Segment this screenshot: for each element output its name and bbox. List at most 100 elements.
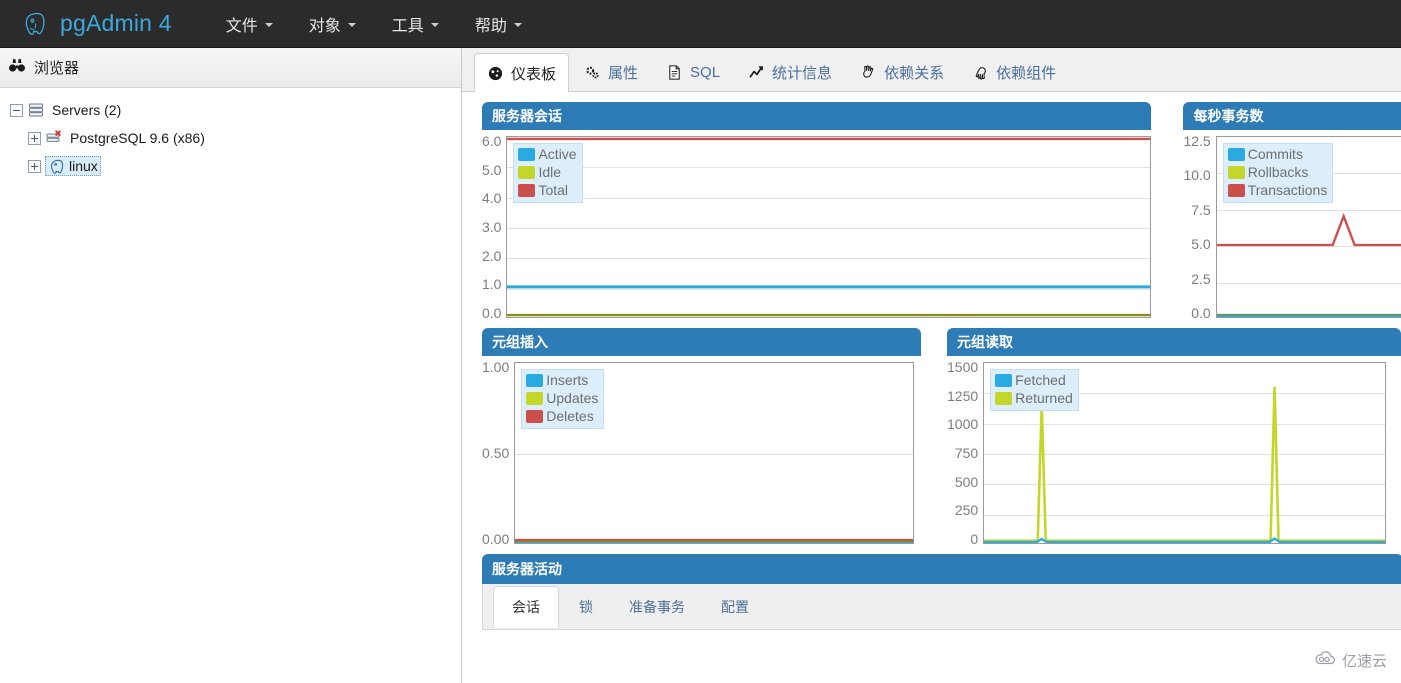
tree-toggle-linux[interactable]: [28, 159, 41, 173]
chart-tuples-out-yaxis: 1500 1250 1000 750 500 250 0: [947, 359, 983, 546]
activity-tab-sessions-label: 会话: [512, 598, 540, 615]
menubar: 文件 对象 工具 帮助: [208, 6, 540, 42]
legend-swatch: [995, 374, 1013, 387]
chart-transactions-yaxis: 12.5 10.0 7.5 5.0 2.5 0.0: [1183, 134, 1215, 321]
activity-tab-prepared-transactions-label: 准备事务: [629, 598, 685, 615]
menu-object[interactable]: 对象: [291, 6, 374, 42]
legend-swatch: [1227, 166, 1245, 179]
tab-dependencies[interactable]: 依赖关系: [847, 53, 957, 91]
menu-file[interactable]: 文件: [208, 6, 291, 42]
activity-tab-configuration-label: 配置: [721, 598, 749, 615]
tree-toggle-servers[interactable]: [10, 103, 23, 117]
tree-item-postgresql[interactable]: PostgreSQL 9.6 (x86): [4, 124, 461, 152]
panel-server-sessions-title: 服务器会话: [482, 102, 1152, 130]
tree-item-servers[interactable]: Servers (2): [4, 96, 461, 124]
y-tick: 0.0: [1191, 304, 1211, 321]
menu-tools-label: 工具: [391, 17, 424, 35]
chevron-down-icon: [347, 23, 356, 27]
y-tick: 500: [954, 473, 979, 490]
cloud-logo-icon: [1313, 649, 1337, 671]
y-tick: 1250: [947, 387, 979, 404]
activity-tab-locks-label: 锁: [579, 598, 593, 615]
server-disconnected-icon: [45, 129, 63, 147]
chart-server-sessions: 6.0 5.0 4.0 3.0 2.0 1.0 0.0 Active Idle …: [482, 130, 1152, 320]
legend-swatch: [526, 374, 544, 387]
activity-tab-locks[interactable]: 锁: [563, 589, 609, 625]
menu-help-label: 帮助: [474, 17, 507, 35]
browser-title: 浏览器: [34, 60, 80, 77]
chart-server-sessions-legend: Active Idle Total: [513, 143, 583, 203]
y-tick: 0.00: [482, 531, 510, 547]
tree-item-postgresql-label: PostgreSQL 9.6 (x86): [70, 130, 205, 146]
sql-document-icon: [666, 64, 683, 81]
legend-item: Active: [518, 146, 577, 163]
tab-sql[interactable]: SQL: [653, 53, 733, 91]
panel-transactions-per-second: 每秒事务数 12.5 10.0 7.5 5.0 2.5 0.0 Commits …: [1183, 102, 1401, 321]
panel-server-activity-title: 服务器活动: [482, 554, 1401, 584]
legend-swatch: [518, 148, 536, 161]
y-tick: 1.0: [482, 276, 502, 293]
legend-item: Total: [518, 182, 576, 199]
chart-tuples-out-plot: Fetched Returned: [983, 362, 1387, 544]
tab-dashboard[interactable]: 仪表板: [474, 53, 570, 92]
menu-tools[interactable]: 工具: [374, 6, 457, 42]
tab-properties-label: 属性: [608, 65, 639, 82]
legend-label: Total: [538, 182, 569, 198]
legend-item: Fetched: [995, 372, 1073, 389]
y-tick: 5.0: [1191, 236, 1211, 253]
tab-dashboard-label: 仪表板: [511, 65, 557, 83]
y-tick: 7.5: [1191, 201, 1211, 218]
tree-item-linux-label: linux: [69, 158, 98, 174]
legend-item: Returned: [995, 390, 1073, 407]
statistics-chart-icon: [748, 64, 765, 81]
panel-server-sessions: 服务器会话 6.0 5.0 4.0 3.0 2.0 1.0 0.0 Active…: [482, 102, 1152, 320]
chart-server-sessions-plot: Active Idle Total: [506, 136, 1152, 318]
watermark: 亿速云: [1313, 649, 1387, 671]
legend-label: Returned: [1015, 390, 1073, 406]
watermark-text: 亿速云: [1341, 652, 1387, 670]
y-tick: 250: [954, 502, 979, 519]
tab-dependents[interactable]: 依赖组件: [959, 53, 1069, 91]
chart-tuples-in-yaxis: 1.00 0.50 0.00: [482, 360, 514, 547]
legend-label: Inserts: [546, 372, 589, 388]
legend-item: Updates: [526, 390, 598, 407]
chart-tuples-out-legend: Fetched Returned: [990, 369, 1079, 411]
dashboard-gauge-icon: [487, 65, 504, 82]
panel-tuples-out: 元组读取 1500 1250 1000 750 500 250 0 Fetche…: [947, 328, 1401, 546]
activity-tab-prepared-transactions[interactable]: 准备事务: [613, 589, 701, 625]
binoculars-icon: [8, 57, 26, 79]
y-tick: 4.0: [482, 190, 502, 207]
activity-tabbar: 会话 锁 准备事务 配置: [482, 584, 1401, 630]
y-tick: 1500: [947, 359, 979, 375]
legend-item: Rollbacks: [1227, 164, 1328, 181]
menu-object-label: 对象: [308, 17, 341, 35]
tree-item-linux[interactable]: linux: [4, 152, 461, 180]
dependents-hand-icon: [972, 64, 989, 81]
legend-label: Updates: [546, 390, 599, 406]
legend-label: Fetched: [1015, 372, 1066, 388]
tab-sql-label: SQL: [690, 64, 721, 81]
tree-item-linux-label-wrap: linux: [45, 156, 101, 176]
chart-server-sessions-series: [507, 137, 1151, 317]
menu-help[interactable]: 帮助: [457, 6, 540, 42]
activity-tab-sessions[interactable]: 会话: [493, 585, 559, 628]
tab-statistics[interactable]: 统计信息: [735, 53, 845, 91]
y-tick: 1000: [947, 416, 979, 433]
chart-transactions-per-second: 12.5 10.0 7.5 5.0 2.5 0.0 Commits Rollba…: [1183, 130, 1401, 321]
chart-tuples-in-plot: Inserts Updates Deletes: [514, 362, 915, 544]
y-tick: 6.0: [482, 133, 502, 149]
chart-tuples-in: 1.00 0.50 0.00 Inserts Updates Deletes: [482, 356, 922, 547]
chevron-down-icon: [513, 23, 522, 27]
y-tick: 3.0: [482, 218, 502, 235]
tab-properties[interactable]: 属性: [571, 53, 651, 91]
panel-transactions-per-second-title: 每秒事务数: [1183, 102, 1401, 130]
content-panel: 仪表板 属性 SQL 统计信息 依赖关系 依赖组件 服务器会话 6.0 5.0 …: [462, 48, 1401, 683]
chevron-down-icon: [264, 23, 273, 27]
legend-label: Active: [538, 146, 577, 162]
legend-item: Inserts: [526, 372, 598, 389]
tree-toggle-postgresql[interactable]: [28, 131, 41, 145]
activity-tab-configuration[interactable]: 配置: [705, 589, 765, 625]
legend-swatch: [518, 166, 536, 179]
legend-swatch: [995, 392, 1013, 405]
legend-label: Deletes: [546, 408, 594, 424]
